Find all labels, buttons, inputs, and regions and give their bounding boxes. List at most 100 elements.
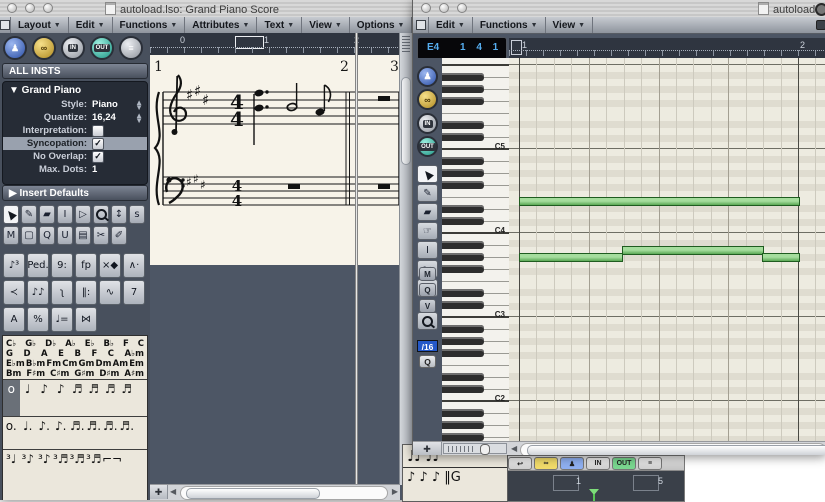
pencil-tool[interactable]: ✎ [21,205,37,224]
undo-icon[interactable]: ↩ [508,457,532,470]
dotted-quarter[interactable]: ♩. [20,417,37,449]
black-key[interactable] [442,204,484,213]
midi-in-icon[interactable]: IN [417,113,438,134]
score-hscrollbar[interactable]: ✚ ◀ ▶ [150,484,400,500]
chord-B♭m[interactable]: B♭m [26,359,45,369]
triplet-eighth[interactable]: ³♪ [36,450,53,490]
black-key[interactable] [442,420,484,429]
triplet-note[interactable]: ³♬ [86,450,103,490]
text-symbol-icon[interactable]: A [3,307,25,332]
menu-view[interactable]: View ▼ [302,17,350,33]
menu-text[interactable]: Text ▼ [257,17,303,33]
param-row-style[interactable]: Style: Piano ▲ ▼ [3,98,147,111]
midi-note-G#3[interactable] [519,253,623,262]
division-display[interactable]: /16 [417,340,438,352]
chord-C[interactable]: C [108,349,114,359]
pointer-tool[interactable] [417,165,438,183]
chord-A[interactable]: A [41,349,48,359]
chord-G[interactable]: G [6,349,13,359]
black-key[interactable] [442,336,484,345]
dotted-eighth[interactable]: ♪. [36,417,53,449]
scroll-left-arrow[interactable]: ◀ [511,444,517,453]
pointer-tool[interactable] [3,205,19,224]
close-button[interactable] [7,3,17,13]
parameter-header[interactable]: ▼ Grand Piano [3,82,147,98]
chord-A♯m[interactable]: A♯m [124,369,144,379]
catch-icon[interactable]: ♟ [3,36,27,60]
menu-options[interactable]: Options ▼ [350,17,412,33]
menu-edit[interactable]: Edit ▼ [429,17,473,33]
catch-icon[interactable]: ♟ [417,66,438,87]
hscroll-thumb[interactable] [186,488,320,499]
chord-Em[interactable]: Em [129,359,144,369]
midi-note-E4[interactable] [519,197,800,206]
scroll-left-arrow[interactable]: ◀ [170,487,176,496]
triplet-quarter[interactable]: ³♩ [3,450,20,490]
text-tool[interactable]: I [57,205,73,224]
velocity-tool[interactable]: U [57,226,73,245]
black-key[interactable] [442,156,484,165]
velocity-button[interactable]: V [419,299,436,313]
instrument-filter-bar[interactable]: ALL INSTS [2,63,148,79]
chord-C♭[interactable]: C♭ [6,339,16,349]
dotted-sixteenth[interactable]: ♬. [69,417,86,449]
black-key[interactable] [442,300,484,309]
chord-A♭m[interactable]: A♭m [125,349,144,359]
score-titlebar[interactable]: autoload.lso: Grand Piano Score [0,0,412,18]
black-key[interactable] [442,372,484,381]
score-vscrollbar[interactable] [399,33,412,485]
dotted-whole[interactable]: o. [3,417,20,449]
chord-Cm[interactable]: Cm [62,359,77,369]
triplet-note-icon[interactable]: ♪³ [3,253,25,278]
scissors-tool[interactable]: ✂ [93,226,109,245]
song-position-line[interactable] [355,33,358,485]
chord-E[interactable]: E [58,349,64,359]
chord-G♭[interactable]: G♭ [25,339,36,349]
chord-G♯m[interactable]: G♯m [74,369,94,379]
clef-icon[interactable]: 9: [51,253,73,278]
matrix-ruler[interactable]: 12 [509,38,825,59]
triplet-sixteenth[interactable]: ³♬ [53,450,70,490]
event-list-icon[interactable]: ≡ [119,36,143,60]
black-key[interactable] [442,252,484,261]
tuplet-bracket[interactable]: ⌐¬ [102,450,122,490]
matrix-titlebar[interactable]: autoload.lso: G [413,0,825,18]
menu-functions[interactable]: Functions ▼ [113,17,186,33]
grace-note-icon[interactable]: ♪♪ [27,280,49,305]
crossed-slur-icon[interactable]: ⋈ [75,307,97,332]
pencil-tool[interactable]: ✎ [417,184,438,202]
param-row-nooverlap[interactable]: No Overlap: ✓ [3,150,147,163]
black-key[interactable] [442,288,484,297]
piano-keyboard[interactable]: C5 C4 C3 C2 [442,58,510,441]
midi-note-G#3[interactable] [762,253,800,262]
menu-attributes[interactable]: Attributes ▼ [185,17,258,33]
menu-edit[interactable]: Edit ▼ [69,17,113,33]
black-key[interactable] [442,96,484,105]
dotted-note[interactable]: ♬. [119,417,136,449]
chord-D♭[interactable]: D♭ [45,339,56,349]
black-key[interactable] [442,240,484,249]
dotted-eighth[interactable]: ♪. [53,417,70,449]
note[interactable]: ♬ [119,380,136,416]
param-value[interactable]: Piano [92,99,118,110]
midi-note-A3[interactable] [622,246,764,255]
repeat-barline-icon[interactable]: ‖: [75,280,97,305]
pedal-mark-icon[interactable]: Ped. [27,253,49,278]
eighth-rest-icon[interactable]: 7 [123,280,145,305]
chord-D♯m[interactable]: D♯m [99,369,119,379]
score-page[interactable]: ♯ ♯ ♯ ♯ ♯ ♯ 4 4 4 4 1 2 3 [150,55,400,265]
black-key[interactable] [442,132,484,141]
chord-C♯m[interactable]: C♯m [50,369,69,379]
checkbox[interactable]: ✓ [92,137,104,150]
note-grid[interactable] [509,58,825,441]
chord-Bm[interactable]: Bm [6,369,21,379]
select-box-tool[interactable]: ▢ [21,226,37,245]
quarter-rest-icon[interactable]: ʅ [51,280,73,305]
chord-B♭[interactable]: B♭ [104,339,115,349]
whole-note[interactable]: o [3,380,20,416]
chord-F[interactable]: F [91,349,97,359]
mute-tool[interactable]: M [3,226,19,245]
window-link-icon[interactable] [0,17,11,33]
chord-Fm[interactable]: Fm [46,359,61,369]
black-key[interactable] [442,324,484,333]
